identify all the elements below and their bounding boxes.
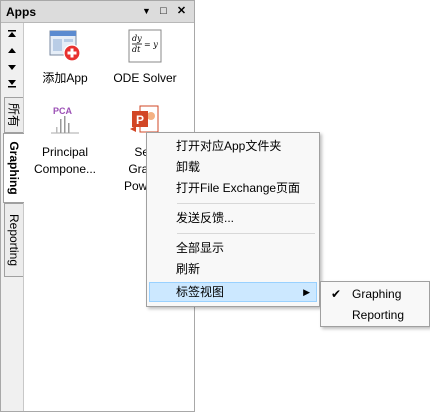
menu-item-tab-view[interactable]: 标签视图 ▶ [149, 282, 317, 302]
tab-reporting[interactable]: Reporting [4, 203, 23, 277]
svg-text:P: P [136, 113, 144, 127]
tab-graphing[interactable]: Graphing [3, 133, 24, 203]
ode-solver-icon: dy dt = y [128, 29, 162, 63]
menu-item-show-all[interactable]: 全部显示 [149, 238, 317, 258]
tab-graphing-label: Graphing [7, 141, 21, 195]
submenu-item-reporting[interactable]: Reporting [323, 305, 427, 325]
app-label: ODE Solver [113, 71, 177, 85]
submenu-arrow-icon: ▶ [303, 287, 310, 297]
submenu-item-graphing[interactable]: ✔ Graphing [323, 284, 427, 304]
menu-separator [177, 203, 315, 204]
app-tile-ode-solver[interactable]: dy dt = y ODE Solver [105, 29, 185, 87]
panel-titlebar: Apps ▼ □ ✕ [1, 1, 194, 23]
menu-item-refresh[interactable]: 刷新 [149, 259, 317, 279]
submenu-item-label: Reporting [352, 308, 405, 322]
undock-icon[interactable]: □ [156, 4, 171, 19]
scroll-down-icon[interactable] [6, 61, 18, 73]
pca-icon: PCA [51, 106, 79, 134]
app-label: 添加App [42, 71, 88, 85]
context-menu: 打开对应App文件夹 卸载 打开File Exchange页面 发送反馈... … [146, 132, 320, 307]
submenu-item-label: Graphing [352, 287, 402, 301]
app-tile-add-app[interactable]: 添加App [25, 29, 105, 87]
app-label-line2: Compone... [33, 162, 97, 176]
tab-all-label: 所有 [6, 102, 21, 128]
scroll-top-icon[interactable] [6, 29, 18, 41]
close-icon[interactable]: ✕ [174, 4, 189, 19]
side-tab-bar: 所有 Graphing Reporting [1, 23, 24, 411]
menu-item-label: 标签视图 [176, 285, 225, 299]
tab-view-submenu: ✔ Graphing Reporting [320, 281, 430, 327]
svg-text:dy: dy [132, 34, 142, 43]
menu-separator [177, 233, 315, 234]
app-label-line1: Principal [41, 145, 89, 159]
tab-all[interactable]: 所有 [4, 97, 23, 133]
app-tile-principal-component[interactable]: PCA Principal Compone... [25, 103, 105, 178]
svg-text:PCA: PCA [53, 106, 73, 116]
add-app-icon [49, 30, 81, 62]
svg-text:= y: = y [144, 40, 158, 49]
dropdown-arrow-icon[interactable]: ▼ [139, 4, 154, 19]
scroll-bottom-icon[interactable] [6, 77, 18, 89]
svg-text:dt: dt [132, 45, 141, 54]
menu-item-open-app-folder[interactable]: 打开对应App文件夹 [149, 136, 317, 156]
panel-title: Apps [6, 5, 36, 19]
menu-item-open-file-exchange[interactable]: 打开File Exchange页面 [149, 178, 317, 198]
menu-item-uninstall[interactable]: 卸载 [149, 157, 317, 177]
scroll-up-icon[interactable] [6, 45, 18, 57]
tab-reporting-label: Reporting [7, 213, 21, 267]
checkmark-icon: ✔ [331, 287, 342, 301]
menu-item-send-feedback[interactable]: 发送反馈... [149, 208, 317, 228]
